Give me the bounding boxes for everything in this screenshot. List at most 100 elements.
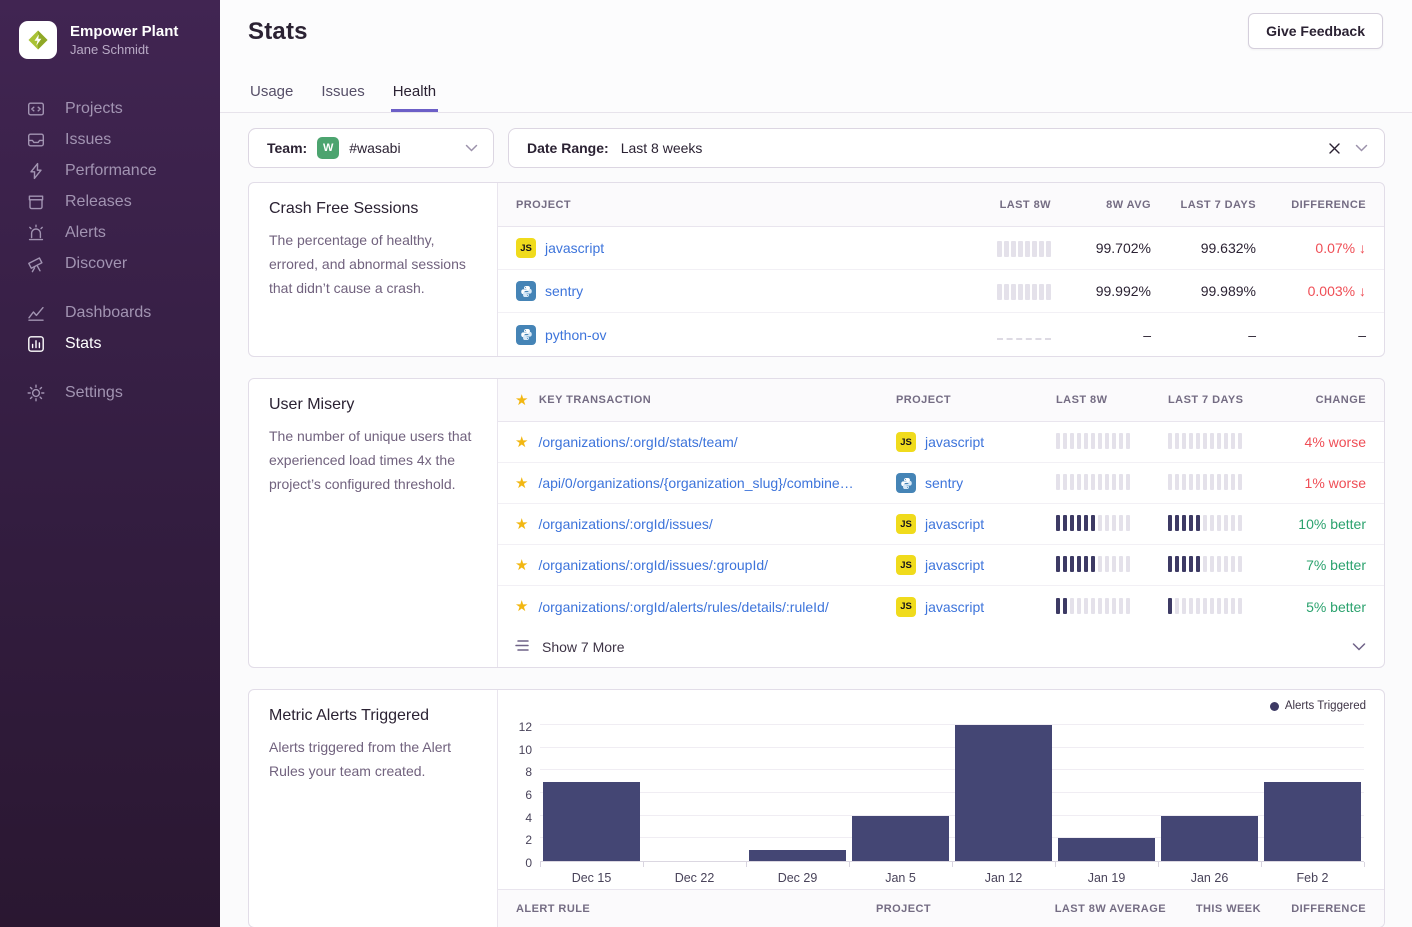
y-axis-tick-label: 10 (519, 743, 532, 757)
user-misery-table: ★ Key Transaction Project Last 8W Last 7… (498, 379, 1384, 667)
javascript-platform-icon: JS (896, 432, 916, 452)
sparkline (1056, 555, 1130, 572)
column-header-8w-avg: 8W Avg (1051, 199, 1151, 211)
project-link[interactable]: javascript (925, 557, 984, 573)
page-title: Stats (248, 18, 308, 46)
tab-issues[interactable]: Issues (319, 83, 366, 112)
org-switcher[interactable]: Empower Plant Jane Schmidt (0, 0, 220, 59)
table-row: ★ /api/0/organizations/{organization_slug… (498, 463, 1384, 504)
chart-bar[interactable] (543, 782, 640, 861)
user-misery-panel: User Misery The number of unique users t… (248, 378, 1385, 668)
column-header-difference: Difference (1256, 199, 1366, 211)
sidebar-item-discover[interactable]: Discover (27, 248, 220, 279)
clear-date-range-icon[interactable] (1328, 142, 1341, 155)
star-icon[interactable]: ★ (515, 558, 528, 573)
project-link[interactable]: javascript (925, 516, 984, 532)
column-header-last-8w: Last 8W (1056, 394, 1168, 406)
sidebar-item-stats[interactable]: Stats (27, 328, 220, 359)
column-header-last-7-days: Last 7 Days (1168, 394, 1280, 406)
column-header-project: Project (896, 394, 1056, 406)
give-feedback-button[interactable]: Give Feedback (1248, 13, 1383, 49)
chart-plot-area (540, 726, 1364, 862)
transaction-link[interactable]: /organizations/:orgId/stats/team/ (538, 434, 737, 450)
chart-bar[interactable] (1161, 816, 1258, 861)
transaction-link[interactable]: /api/0/organizations/{organization_slug}… (538, 475, 853, 491)
transaction-link[interactable]: /organizations/:orgId/issues/:groupId/ (538, 557, 768, 573)
javascript-platform-icon: JS (896, 597, 916, 617)
table-row: python-ov––– (498, 313, 1384, 356)
project-link[interactable]: sentry (925, 475, 963, 491)
column-header-last-7-days: Last 7 Days (1151, 199, 1256, 211)
sparkline (1168, 597, 1242, 614)
sidebar-item-label: Projects (65, 100, 123, 118)
sidebar-item-dashboards[interactable]: Dashboards (27, 297, 220, 328)
panel-description: The number of unique users that experien… (269, 424, 477, 496)
sidebar-item-settings[interactable]: Settings (27, 377, 220, 408)
sparkline (1168, 514, 1242, 531)
main-area: Stats Give Feedback Usage Issues Health Te… (220, 0, 1412, 927)
tab-usage[interactable]: Usage (248, 83, 295, 112)
column-header-difference: Difference (1261, 903, 1366, 915)
performance-icon (27, 162, 45, 180)
team-value: #wasabi (349, 140, 400, 156)
project-link[interactable]: javascript (545, 240, 604, 256)
sidebar-item-releases[interactable]: Releases (27, 186, 220, 217)
star-icon[interactable]: ★ (515, 517, 528, 532)
crash-free-description-pane: Crash Free Sessions The percentage of he… (249, 183, 498, 356)
y-axis-tick-label: 2 (525, 833, 532, 847)
panel-description: The percentage of healthy, errored, and … (269, 228, 477, 300)
x-axis-tick-label: Jan 12 (985, 871, 1023, 885)
star-icon[interactable]: ★ (515, 435, 528, 450)
panel-title: User Misery (269, 396, 477, 414)
settings-icon (27, 384, 45, 402)
show-more-button[interactable]: Show 7 More (498, 627, 1384, 667)
project-link[interactable]: javascript (925, 599, 984, 615)
javascript-platform-icon: JS (896, 555, 916, 575)
date-range-selector[interactable]: Date Range: Last 8 weeks (508, 128, 1385, 168)
chart-bar[interactable] (955, 725, 1052, 861)
project-link[interactable]: sentry (545, 283, 583, 299)
chart-bar[interactable] (1058, 838, 1155, 861)
releases-icon (27, 193, 45, 211)
table-row: ★ /organizations/:orgId/issues/:groupId/J… (498, 545, 1384, 586)
team-avatar: W (317, 137, 339, 159)
sidebar-item-performance[interactable]: Performance (27, 155, 220, 186)
sparkline (1056, 432, 1130, 449)
transaction-link[interactable]: /organizations/:orgId/alerts/rules/detai… (538, 599, 828, 615)
sidebar-item-projects[interactable]: Projects (27, 93, 220, 124)
team-label: Team: (267, 140, 307, 156)
star-icon[interactable]: ★ (515, 599, 528, 614)
column-header-project: Project (498, 199, 931, 211)
transaction-link[interactable]: /organizations/:orgId/issues/ (538, 516, 712, 532)
sparkline-empty (997, 329, 1051, 340)
star-icon: ★ (515, 393, 529, 408)
difference-value: – (1256, 327, 1366, 343)
org-name: Empower Plant (70, 23, 178, 41)
sparkline (1168, 473, 1242, 490)
x-axis-tick-label: Jan 26 (1191, 871, 1229, 885)
chart-bar[interactable] (1264, 782, 1361, 861)
team-selector[interactable]: Team: W #wasabi (248, 128, 494, 168)
chart-bar[interactable] (749, 850, 846, 861)
alert-rules-table-header: Alert Rule Project Last 8W Average This … (498, 889, 1384, 927)
star-icon[interactable]: ★ (515, 476, 528, 491)
metric-alerts-description-pane: Metric Alerts Triggered Alerts triggered… (249, 690, 498, 927)
sidebar-item-issues[interactable]: Issues (27, 124, 220, 155)
sidebar-item-label: Discover (65, 255, 127, 273)
table-row: sentry99.992%99.989%0.003% ↓ (498, 270, 1384, 313)
sidebar-item-label: Settings (65, 384, 123, 402)
panel-description: Alerts triggered from the Alert Rules yo… (269, 735, 477, 783)
list-icon (515, 639, 531, 655)
x-axis-tick-label: Feb 2 (1297, 871, 1329, 885)
project-link[interactable]: python-ov (545, 327, 606, 343)
chart-bar[interactable] (852, 816, 949, 861)
tab-health[interactable]: Health (391, 83, 438, 112)
x-axis-tick-label: Dec 22 (675, 871, 715, 885)
project-link[interactable]: javascript (925, 434, 984, 450)
sidebar-item-alerts[interactable]: Alerts (27, 217, 220, 248)
sidebar-item-label: Issues (65, 131, 111, 149)
javascript-platform-icon: JS (516, 238, 536, 258)
x-axis-tick-label: Dec 15 (572, 871, 612, 885)
chart-legend: Alerts Triggered (1270, 700, 1366, 712)
chevron-down-icon (1352, 643, 1366, 651)
